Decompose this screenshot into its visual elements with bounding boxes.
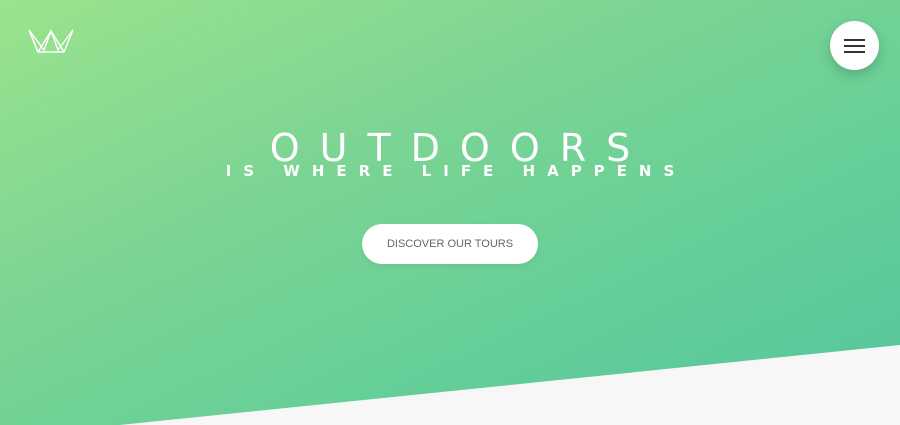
landing-page: OUTDOORS IS WHERE LIFE HAPPENS DISCOVER … <box>0 0 900 425</box>
menu-button[interactable] <box>830 21 879 70</box>
discover-tours-button[interactable]: DISCOVER OUR TOURS <box>362 224 538 264</box>
logo[interactable] <box>28 28 74 54</box>
hero-section <box>0 0 900 425</box>
hero-subtitle: IS WHERE LIFE HAPPENS <box>225 162 687 180</box>
crown-outline-icon <box>28 28 74 53</box>
hamburger-menu-icon <box>844 39 865 53</box>
